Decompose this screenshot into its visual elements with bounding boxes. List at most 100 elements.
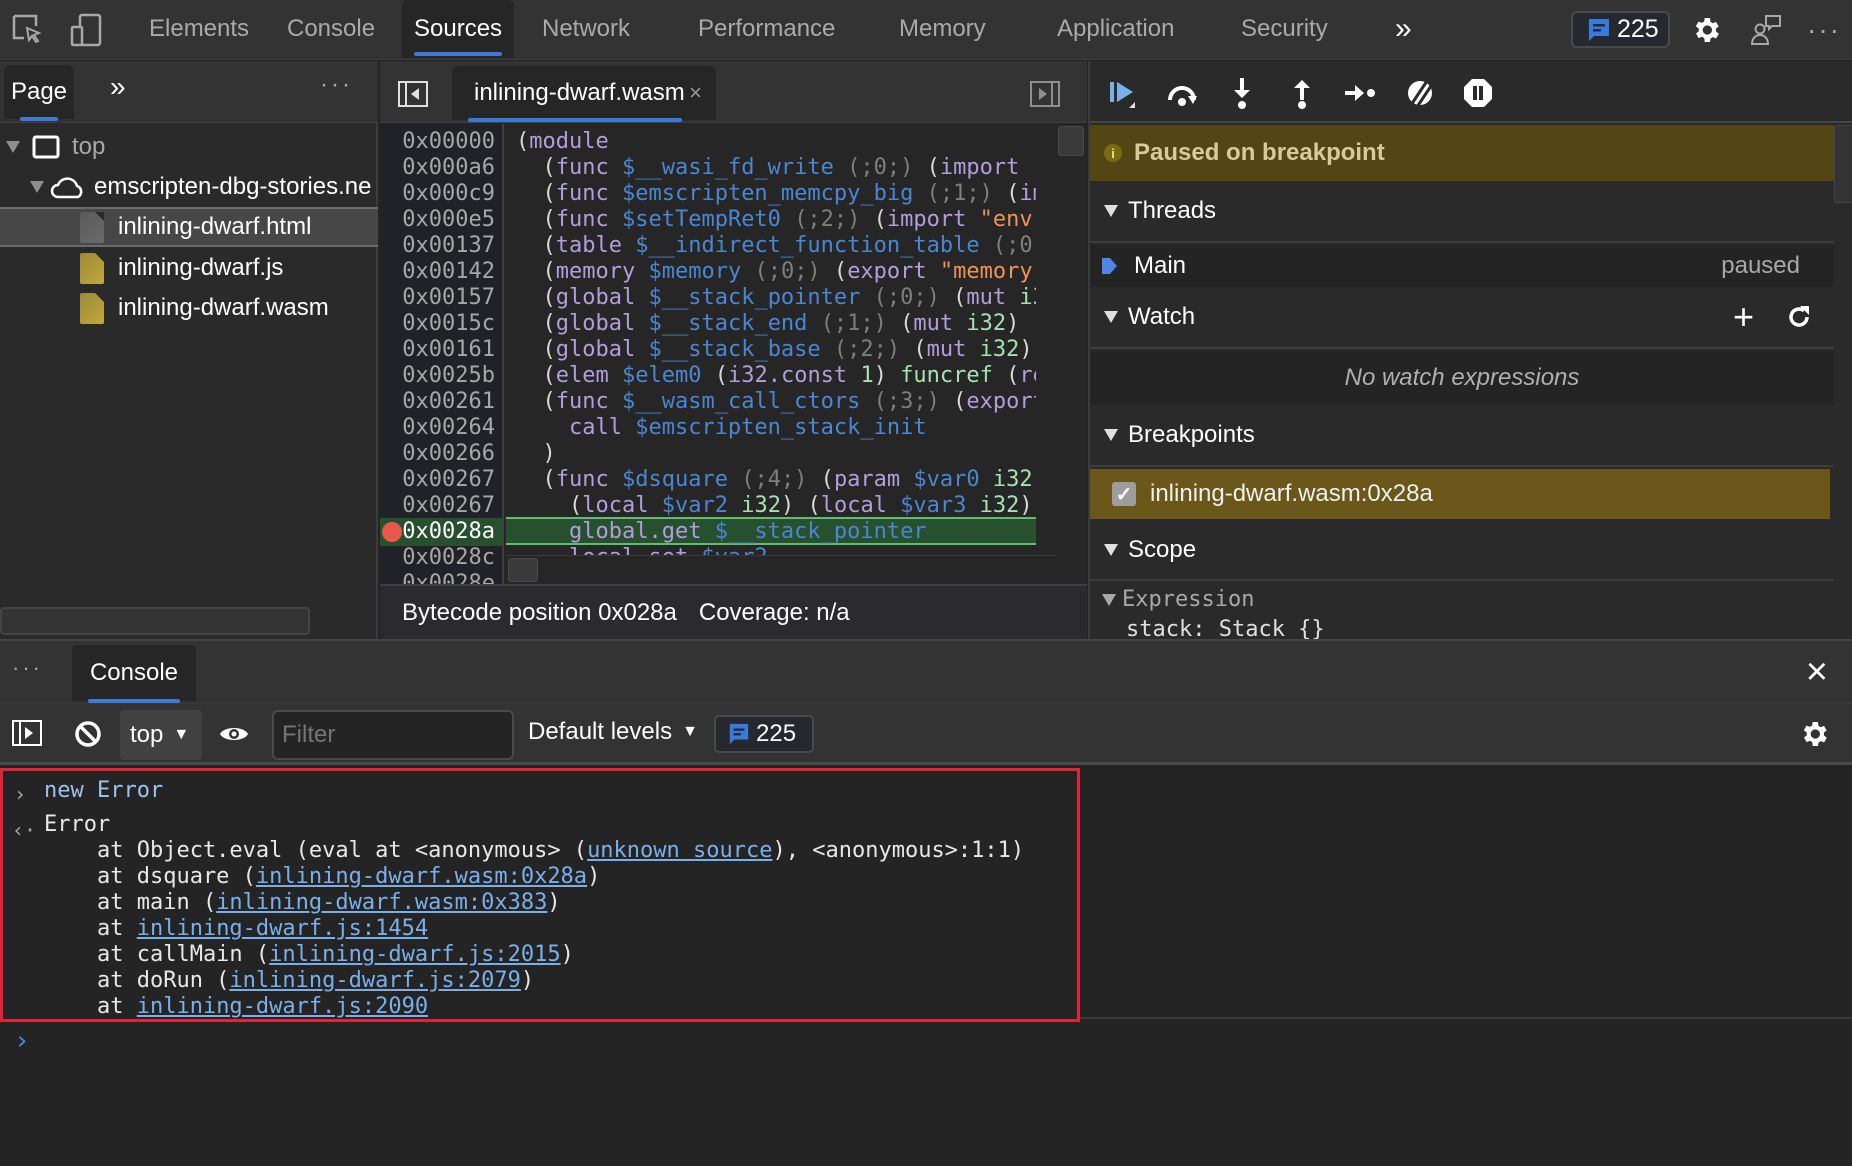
drawer-menu-button[interactable]: ··· xyxy=(12,655,43,681)
toggle-navigator-button[interactable] xyxy=(398,81,428,112)
tree-item-frame[interactable]: top xyxy=(0,127,378,167)
breakpoints-section-header[interactable]: Breakpoints xyxy=(1090,405,1834,467)
editor-horizontal-scrollbar[interactable] xyxy=(506,555,1056,584)
scope-expression-group[interactable]: Expression xyxy=(1102,587,1254,612)
toggle-debugger-button[interactable] xyxy=(1030,81,1060,112)
inspect-element-button[interactable] xyxy=(10,12,46,48)
tab-console[interactable]: Console xyxy=(275,0,387,58)
step-into-button[interactable] xyxy=(1224,75,1260,111)
gutter-line-number[interactable]: 0x00142 xyxy=(402,259,495,285)
deactivate-breakpoints-button[interactable] xyxy=(1402,75,1438,111)
scope-expression-label: Expression xyxy=(1122,587,1255,612)
feedback-button[interactable] xyxy=(1748,12,1784,48)
gutter-line-number[interactable]: 0x00261 xyxy=(402,389,495,415)
gutter-line-number[interactable]: 0x00267 xyxy=(402,493,495,519)
watch-section-header[interactable]: Watch + xyxy=(1090,287,1834,349)
debugger-scrollbar-thumb[interactable] xyxy=(1834,125,1852,203)
stack-frame-line: at doRun (inlining-dwarf.js:2079) xyxy=(44,968,535,993)
navigator-horizontal-scrollbar[interactable] xyxy=(0,607,310,635)
code-line: call $emscripten_stack_init xyxy=(568,415,927,440)
tree-item-file-wasm[interactable]: inlining-dwarf.wasm xyxy=(0,288,378,328)
source-link[interactable]: inlining-dwarf.js:2015 xyxy=(269,942,560,967)
log-levels-select[interactable]: Default levels ▼ xyxy=(528,718,698,746)
gutter-line-number[interactable]: 0x00266 xyxy=(402,441,495,467)
gutter-line-number[interactable]: 0x000e5 xyxy=(402,207,495,233)
show-console-sidebar-button[interactable] xyxy=(12,720,42,751)
gutter-line-number[interactable]: 0x00157 xyxy=(402,285,495,311)
add-watch-expression-button[interactable]: + xyxy=(1733,296,1754,338)
breakpoint-marker-icon[interactable] xyxy=(382,522,402,542)
source-link[interactable]: inlining-dwarf.js:2090 xyxy=(137,994,428,1019)
code-line: global.get $__stack_pointer xyxy=(568,519,927,544)
pause-on-exceptions-button[interactable] xyxy=(1460,75,1496,111)
execution-context-select[interactable]: top ▼ xyxy=(120,710,202,760)
device-toolbar-button[interactable] xyxy=(68,12,104,48)
tree-item-file-js[interactable]: inlining-dwarf.js xyxy=(0,248,378,288)
gutter-line-number[interactable]: 0x00267 xyxy=(402,467,495,493)
gutter-line-number[interactable]: 0x0028c xyxy=(402,545,495,571)
tab-sources[interactable]: Sources xyxy=(402,0,515,58)
live-expression-button[interactable] xyxy=(218,722,250,751)
tab-performance[interactable]: Performance xyxy=(686,0,847,58)
source-editor: inlining-dwarf.wasm × 0x00000 0x000a6 0x00… xyxy=(380,61,1087,639)
gutter-line-breakpoint[interactable]: 0x0028a xyxy=(402,519,495,545)
console-settings-button[interactable] xyxy=(1798,718,1830,755)
console-filter-input[interactable] xyxy=(272,710,514,760)
gutter-line-number[interactable]: 0x000c9 xyxy=(402,181,495,207)
scope-section-header[interactable]: Scope xyxy=(1090,521,1834,581)
navigator-menu-button[interactable]: ··· xyxy=(320,71,353,99)
resume-button[interactable] xyxy=(1106,75,1142,111)
gutter-line-number[interactable]: 0x00161 xyxy=(402,337,495,363)
tab-memory[interactable]: Memory xyxy=(887,0,998,58)
tab-page[interactable]: Page xyxy=(4,65,74,121)
frame-icon xyxy=(32,135,60,159)
step-button[interactable] xyxy=(1342,75,1378,111)
thread-row-main[interactable]: Main paused xyxy=(1090,245,1834,287)
gutter-line-number[interactable]: 0x0025b xyxy=(402,363,495,389)
scope-title: Scope xyxy=(1128,536,1197,563)
tab-elements[interactable]: Elements xyxy=(137,0,261,58)
tab-security[interactable]: Security xyxy=(1229,0,1340,58)
tree-item-domain[interactable]: emscripten-dbg-stories.ne xyxy=(0,167,378,207)
more-options-button[interactable]: ··· xyxy=(1806,12,1842,48)
gutter-line-number[interactable]: 0x00000 xyxy=(402,129,495,155)
coverage-status[interactable]: Coverage: n/a xyxy=(699,599,850,627)
clear-console-button[interactable] xyxy=(74,720,102,753)
gutter-line-number[interactable]: 0x00137 xyxy=(402,233,495,259)
source-link[interactable]: inlining-dwarf.wasm:0x383 xyxy=(216,890,547,915)
threads-section-header[interactable]: Threads xyxy=(1090,181,1834,243)
scrollbar-thumb[interactable] xyxy=(508,558,538,582)
close-tab-icon[interactable]: × xyxy=(689,80,702,106)
drawer-tab-console[interactable]: Console xyxy=(72,645,196,703)
tab-inlining-dwarf-wasm[interactable]: inlining-dwarf.wasm × xyxy=(452,66,716,122)
refresh-watch-icon[interactable] xyxy=(1786,304,1812,330)
more-tabs-button[interactable]: » xyxy=(1383,0,1424,58)
source-link[interactable]: unknown source xyxy=(587,838,772,863)
console-prompt[interactable]: › xyxy=(14,1026,30,1056)
navigator-more-tabs-button[interactable]: » xyxy=(110,71,126,103)
scope-item-stack[interactable]: stack: Stack {} xyxy=(1126,617,1325,639)
tree-item-file-html[interactable]: inlining-dwarf.html xyxy=(0,207,378,247)
source-link[interactable]: inlining-dwarf.wasm:0x28a xyxy=(256,864,587,889)
gutter-line-number[interactable]: 0x0028e xyxy=(402,571,495,584)
gutter-line-number[interactable]: 0x00264 xyxy=(402,415,495,441)
gutter-line-number[interactable]: 0x000a6 xyxy=(402,155,495,181)
source-link[interactable]: inlining-dwarf.js:2079 xyxy=(229,968,520,993)
settings-button[interactable] xyxy=(1688,12,1724,48)
issues-counter-button[interactable]: 225 xyxy=(1571,11,1670,48)
tab-application[interactable]: Application xyxy=(1045,0,1186,58)
close-drawer-button[interactable]: × xyxy=(1806,651,1828,694)
breakpoint-row[interactable]: ✓ inlining-dwarf.wasm:0x28a xyxy=(1090,469,1830,519)
gutter-line-number[interactable]: 0x0015c xyxy=(402,311,495,337)
step-out-button[interactable] xyxy=(1284,75,1320,111)
source-link[interactable]: inlining-dwarf.js:1454 xyxy=(137,916,428,941)
editor-vertical-scrollbar[interactable] xyxy=(1056,124,1087,584)
step-over-button[interactable] xyxy=(1164,75,1200,111)
breakpoint-checkbox[interactable]: ✓ xyxy=(1112,482,1136,506)
navigator-tabs: Page » ··· xyxy=(0,61,378,123)
block-icon xyxy=(75,721,101,747)
thread-status: paused xyxy=(1721,252,1800,279)
console-issues-button[interactable]: 225 xyxy=(714,715,814,753)
tab-network[interactable]: Network xyxy=(530,0,642,58)
scrollbar-thumb[interactable] xyxy=(1058,126,1084,156)
